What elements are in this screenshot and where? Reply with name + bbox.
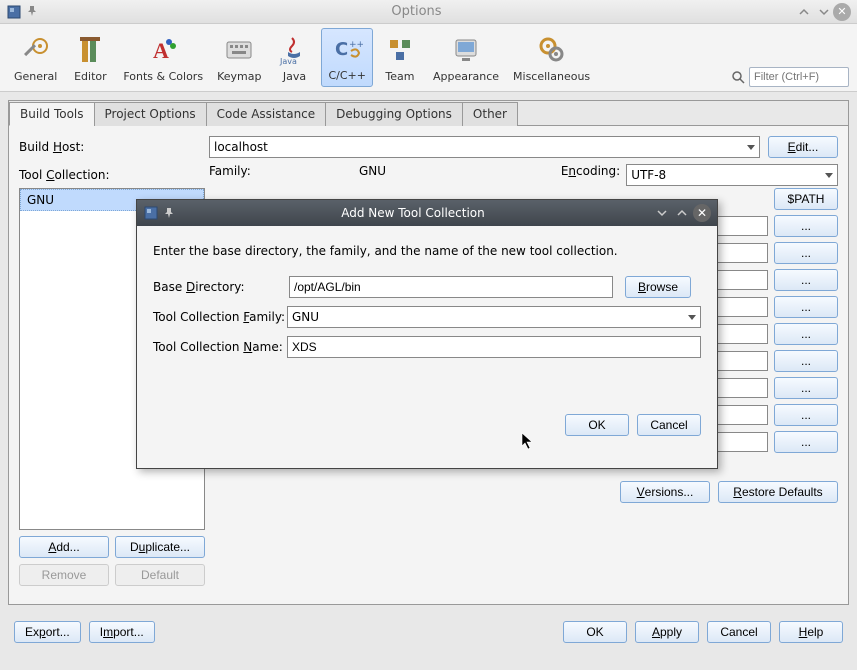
browse-dots-button[interactable]: ...: [774, 296, 838, 318]
modal-titlebar: Add New Tool Collection ✕: [137, 200, 717, 226]
category-misc[interactable]: Miscellaneous: [507, 30, 596, 87]
general-icon: [20, 34, 52, 66]
misc-icon: [536, 34, 568, 66]
tool-family-combo[interactable]: GNU: [287, 306, 701, 328]
category-java[interactable]: Java Java: [269, 30, 319, 87]
family-label: Family:: [209, 164, 359, 186]
category-editor[interactable]: Editor: [65, 30, 115, 87]
family-value: GNU: [359, 164, 561, 186]
base-dir-label: Base Directory:: [153, 280, 289, 294]
default-button[interactable]: Default: [115, 564, 205, 586]
app-icon: [6, 4, 22, 20]
category-fonts[interactable]: A Fonts & Colors: [117, 30, 209, 87]
encoding-label: Encoding:: [561, 164, 620, 186]
browse-dots-button[interactable]: ...: [774, 431, 838, 453]
search-area: [731, 67, 849, 87]
dialog-footer: Export... Import... OK Apply Cancel Help: [0, 613, 857, 651]
browse-button[interactable]: Browse: [625, 276, 691, 298]
path-button[interactable]: $PATH: [774, 188, 838, 210]
tool-collection-label: Tool Collection:: [19, 168, 209, 182]
category-keymap[interactable]: Keymap: [211, 30, 267, 87]
add-tool-collection-dialog: Add New Tool Collection ✕ Enter the base…: [136, 199, 718, 469]
browse-dots-button[interactable]: ...: [774, 404, 838, 426]
modal-title: Add New Tool Collection: [175, 206, 651, 220]
restore-defaults-button[interactable]: Restore Defaults: [718, 481, 838, 503]
tool-family-label: Tool Collection Family:: [153, 310, 287, 324]
app-icon: [143, 205, 159, 221]
tool-name-label: Tool Collection Name:: [153, 340, 287, 354]
tab-build-tools[interactable]: Build Tools: [9, 102, 95, 126]
cancel-button[interactable]: Cancel: [707, 621, 771, 643]
modal-ok-button[interactable]: OK: [565, 414, 629, 436]
category-ccpp[interactable]: C++ C/C++: [321, 28, 373, 87]
duplicate-button[interactable]: Duplicate...: [115, 536, 205, 558]
maximize-icon[interactable]: [815, 3, 833, 21]
pin-icon[interactable]: [26, 5, 40, 19]
close-icon[interactable]: ✕: [833, 3, 851, 21]
remove-button[interactable]: Remove: [19, 564, 109, 586]
import-button[interactable]: Import...: [89, 621, 155, 643]
category-toolbar: General Editor A Fonts & Colors Keymap J…: [0, 24, 857, 92]
tab-project-options[interactable]: Project Options: [94, 102, 207, 126]
add-button[interactable]: Add...: [19, 536, 109, 558]
category-team[interactable]: Team: [375, 30, 425, 87]
browse-dots-button[interactable]: ...: [774, 269, 838, 291]
browse-dots-button[interactable]: ...: [774, 323, 838, 345]
ccpp-icon: C++: [331, 33, 363, 65]
tool-name-input[interactable]: [287, 336, 701, 358]
build-host-combo[interactable]: localhost: [209, 136, 760, 158]
tabs-row: Build Tools Project Options Code Assista…: [9, 101, 848, 126]
browse-dots-button[interactable]: ...: [774, 377, 838, 399]
build-host-label: Build Host:: [19, 140, 209, 154]
export-button[interactable]: Export...: [14, 621, 81, 643]
browse-dots-button[interactable]: ...: [774, 215, 838, 237]
modal-description: Enter the base directory, the family, an…: [153, 244, 701, 258]
category-appearance[interactable]: Appearance: [427, 30, 505, 87]
team-icon: [384, 34, 416, 66]
apply-button[interactable]: Apply: [635, 621, 699, 643]
close-icon[interactable]: ✕: [693, 204, 711, 222]
search-icon: [731, 70, 745, 84]
search-input[interactable]: [749, 67, 849, 87]
category-general[interactable]: General: [8, 30, 63, 87]
minimize-icon[interactable]: [795, 3, 813, 21]
browse-dots-button[interactable]: ...: [774, 350, 838, 372]
tab-other[interactable]: Other: [462, 102, 518, 126]
main-titlebar: Options ✕: [0, 0, 857, 24]
fonts-icon: A: [147, 34, 179, 66]
help-button[interactable]: Help: [779, 621, 843, 643]
chevron-up-icon[interactable]: [673, 204, 691, 222]
java-icon: Java: [278, 34, 310, 66]
svg-text:C: C: [335, 39, 348, 60]
base-dir-input[interactable]: [289, 276, 613, 298]
editor-icon: [74, 34, 106, 66]
tab-debugging-options[interactable]: Debugging Options: [325, 102, 463, 126]
encoding-combo[interactable]: UTF-8: [626, 164, 838, 186]
pin-icon[interactable]: [163, 207, 175, 219]
versions-button[interactable]: Versions...: [620, 481, 710, 503]
svg-text:Java: Java: [279, 57, 297, 66]
chevron-down-icon[interactable]: [653, 204, 671, 222]
appearance-icon: [450, 34, 482, 66]
edit-button[interactable]: Edit...: [768, 136, 838, 158]
ok-button[interactable]: OK: [563, 621, 627, 643]
window-title: Options: [40, 4, 793, 19]
tab-code-assistance[interactable]: Code Assistance: [206, 102, 326, 126]
browse-dots-button[interactable]: ...: [774, 242, 838, 264]
keymap-icon: [223, 34, 255, 66]
modal-cancel-button[interactable]: Cancel: [637, 414, 701, 436]
